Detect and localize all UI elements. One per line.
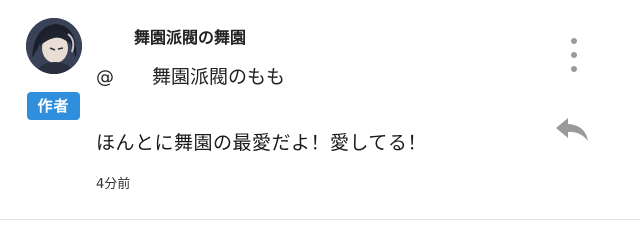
- author-badge: 作者: [27, 92, 80, 120]
- avatar[interactable]: [26, 18, 82, 74]
- more-vertical-icon-dot: [571, 52, 577, 58]
- comment-body: ほんとに舞園の最愛だよ！愛してる！: [96, 132, 427, 154]
- mention-username[interactable]: 舞園派閥のもも: [152, 66, 285, 88]
- divider: [0, 219, 640, 220]
- avatar-image: [26, 18, 82, 74]
- reply-arrow-icon: [556, 118, 588, 141]
- more-vertical-icon-dot: [571, 66, 577, 72]
- reply-button[interactable]: [554, 114, 590, 144]
- comment-timestamp: 4分前: [96, 177, 131, 192]
- mention-at-symbol: @: [96, 67, 114, 88]
- comment-username[interactable]: 舞園派閥の舞園: [134, 24, 246, 48]
- more-options-button[interactable]: [562, 38, 586, 72]
- mention[interactable]: @ 舞園派閥のもも: [96, 62, 285, 89]
- comment-item: 作者 舞園派閥の舞園 @ 舞園派閥のもも ほんとに舞園の最愛だよ！愛してる！ 4分…: [0, 0, 640, 240]
- more-vertical-icon-dot: [571, 38, 577, 44]
